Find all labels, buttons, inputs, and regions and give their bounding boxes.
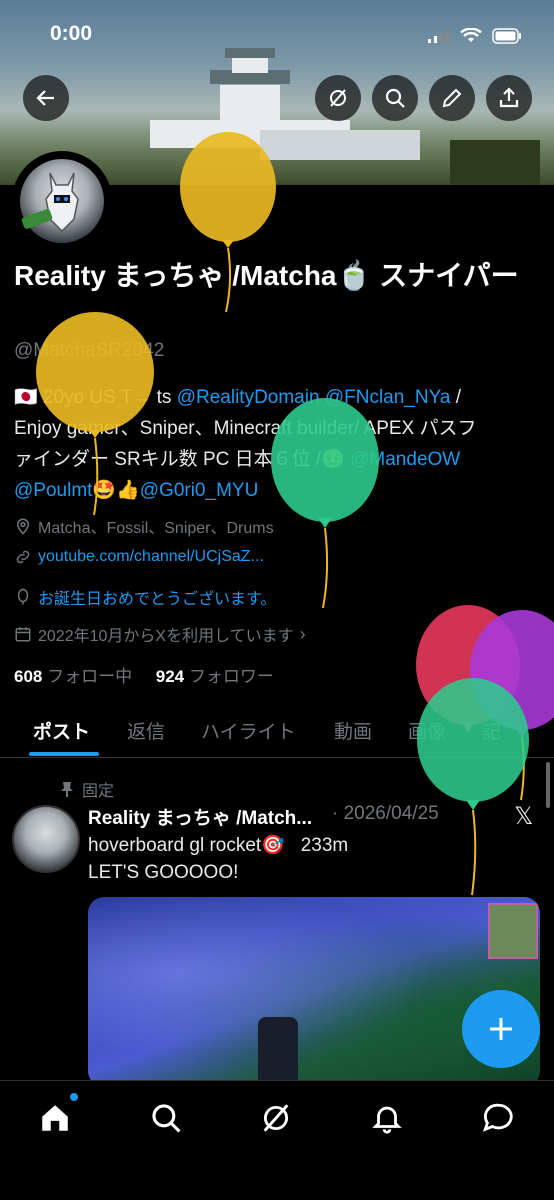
balloon-green-1 xyxy=(271,398,379,609)
home-notification-dot xyxy=(70,1093,78,1101)
birthday-balloons xyxy=(36,132,554,896)
bell-icon[interactable] xyxy=(370,1101,404,1135)
home-icon[interactable] xyxy=(38,1101,72,1135)
search-icon[interactable] xyxy=(149,1101,183,1135)
balloon-yellow-1 xyxy=(180,132,276,313)
messages-icon[interactable] xyxy=(481,1101,515,1135)
balloon-yellow-2 xyxy=(36,312,154,516)
bottom-navigation xyxy=(0,1080,554,1200)
compose-button[interactable] xyxy=(462,990,540,1068)
plus-icon xyxy=(490,1018,512,1040)
grok-icon[interactable] xyxy=(259,1101,293,1135)
balloon-green-2 xyxy=(417,678,529,896)
